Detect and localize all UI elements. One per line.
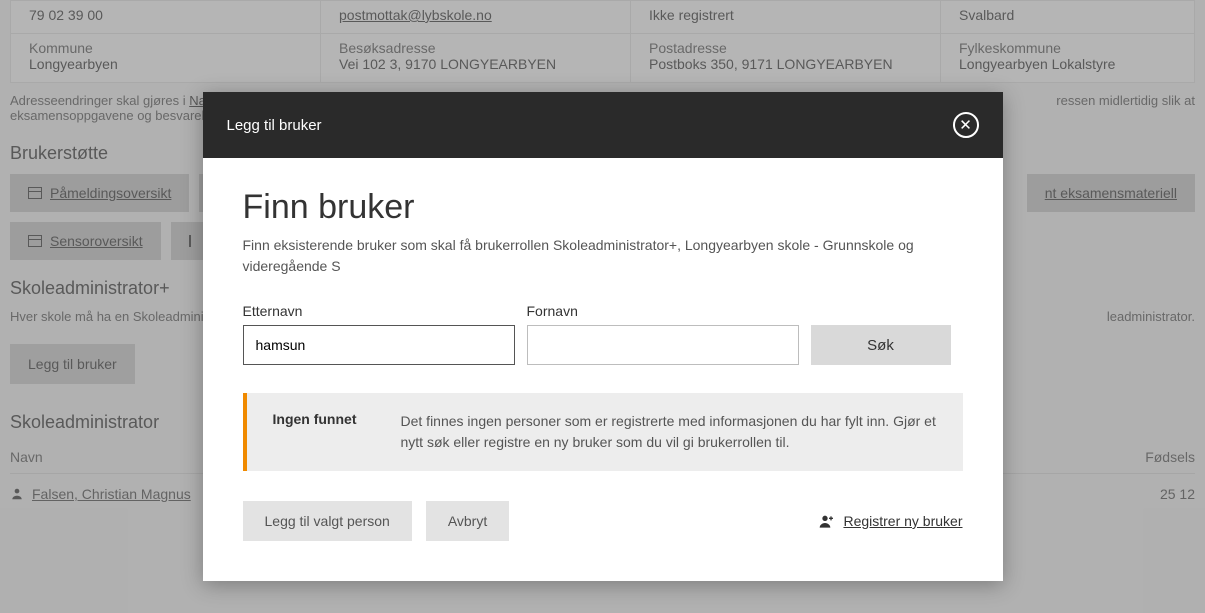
- add-user-modal: Legg til bruker ✕ Finn bruker Finn eksis…: [203, 92, 1003, 581]
- no-results-alert: Ingen funnet Det finnes ingen personer s…: [243, 393, 963, 471]
- cancel-button[interactable]: Avbryt: [426, 501, 509, 541]
- lastname-label: Etternavn: [243, 303, 515, 319]
- add-selected-button[interactable]: Legg til valgt person: [243, 501, 412, 541]
- modal-header-title: Legg til bruker: [227, 117, 322, 134]
- lastname-input[interactable]: [243, 325, 515, 365]
- modal-title: Finn bruker: [243, 188, 963, 227]
- firstname-label: Fornavn: [527, 303, 799, 319]
- modal-overlay: Legg til bruker ✕ Finn bruker Finn eksis…: [0, 0, 1205, 613]
- person-plus-icon: [819, 514, 835, 528]
- alert-message: Det finnes ingen personer som er registr…: [401, 411, 943, 453]
- register-new-user-link[interactable]: Registrer ny bruker: [819, 513, 962, 529]
- modal-subtitle: Finn eksisterende bruker som skal få bru…: [243, 235, 963, 277]
- search-button[interactable]: Søk: [811, 325, 951, 365]
- close-icon: ✕: [959, 118, 972, 133]
- alert-title: Ingen funnet: [273, 411, 373, 453]
- close-button[interactable]: ✕: [953, 112, 979, 138]
- firstname-input[interactable]: [527, 325, 799, 365]
